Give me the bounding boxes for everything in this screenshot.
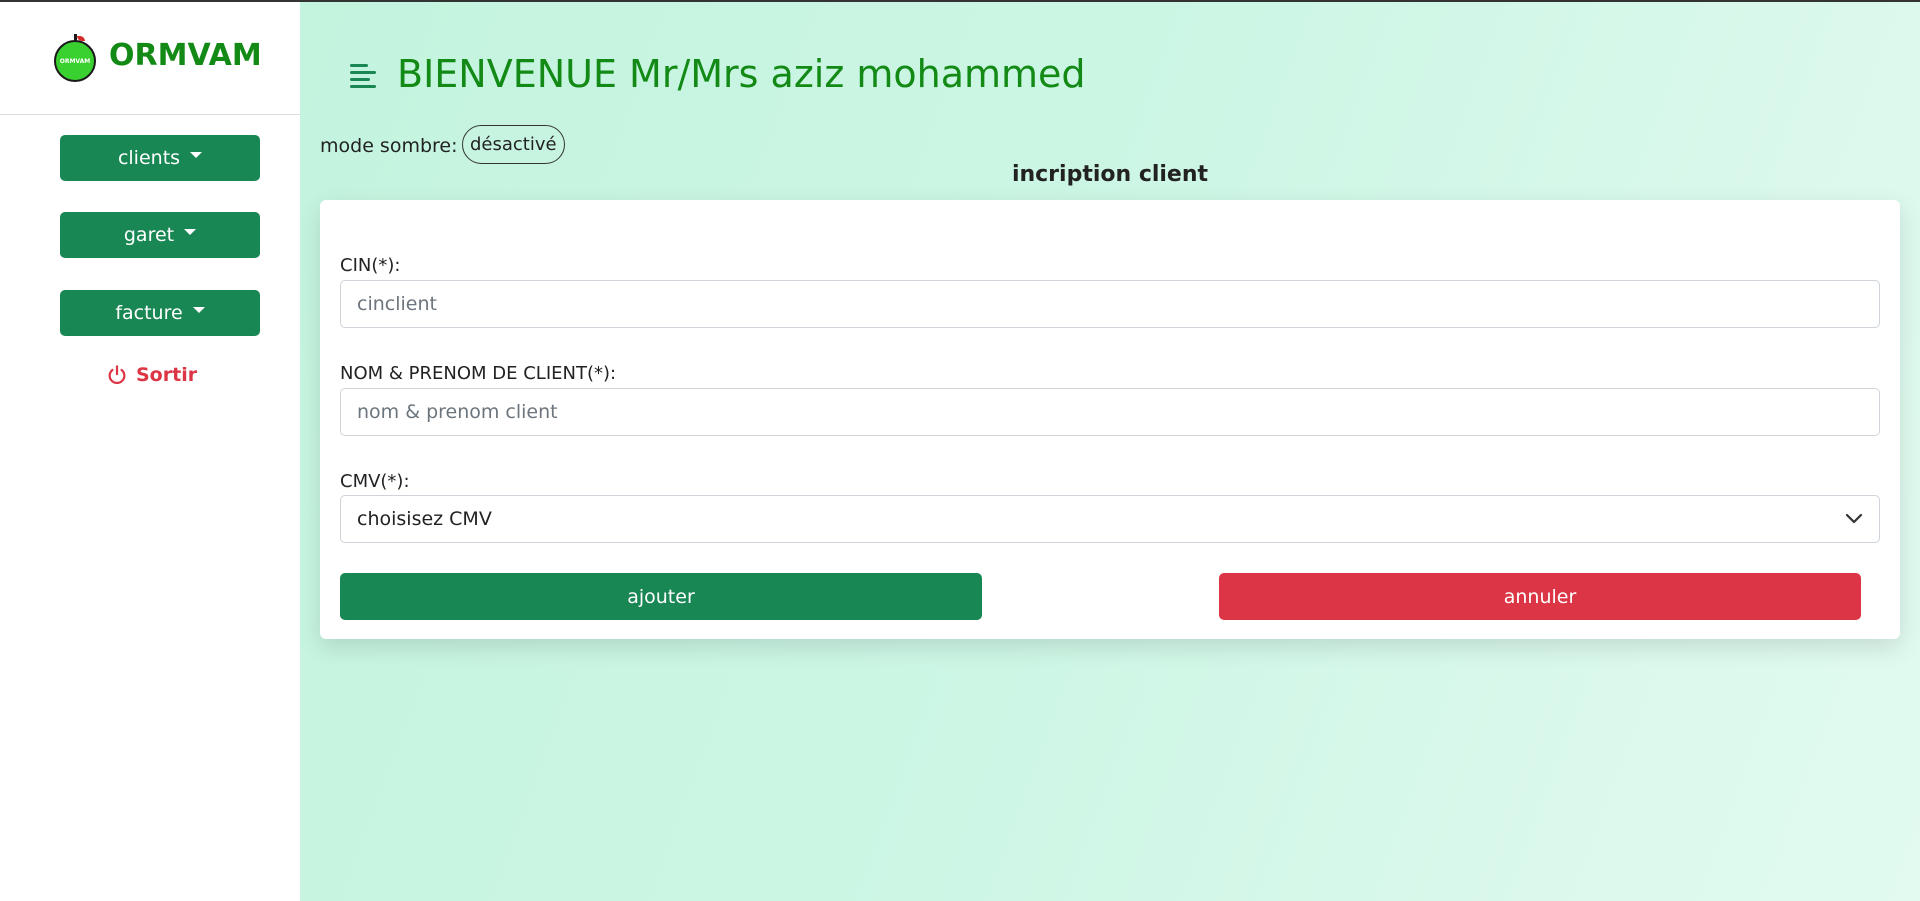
client-form-card: CIN(*): NOM & PRENOM DE CLIENT(*): CMV(*… <box>320 200 1900 639</box>
sidebar-item-clients[interactable]: clients <box>60 135 260 181</box>
dark-mode-toggle[interactable]: désactivé <box>462 125 565 164</box>
page-title: BIENVENUE Mr/Mrs aziz mohammed <box>397 52 1086 96</box>
sidebar: ORMVAM ORMVAM clients garet facture Sort… <box>0 2 300 901</box>
brand-header: ORMVAM ORMVAM <box>0 2 300 115</box>
client-name-input[interactable] <box>340 388 1880 436</box>
dark-mode-label: mode sombre: <box>320 135 458 157</box>
caret-down-icon <box>190 152 203 158</box>
caret-down-icon <box>184 229 197 235</box>
cmv-label: CMV(*): <box>340 471 410 492</box>
logo-text: ORMVAM <box>59 57 91 65</box>
brand-name: ORMVAM <box>109 38 262 73</box>
cancel-button[interactable]: annuler <box>1219 573 1861 620</box>
sidebar-item-label: clients <box>117 147 181 169</box>
sidebar-item-garet[interactable]: garet <box>60 212 260 258</box>
client-name-label: NOM & PRENOM DE CLIENT(*): <box>340 363 617 384</box>
sidebar-item-label: garet <box>123 224 175 246</box>
sidebar-item-facture[interactable]: facture <box>60 290 260 336</box>
add-button[interactable]: ajouter <box>340 573 982 620</box>
form-title: incription client <box>1011 162 1209 187</box>
menu-toggle-icon[interactable] <box>350 62 376 90</box>
sidebar-item-label: facture <box>115 302 183 324</box>
cmv-selected-value: choisisez CMV <box>357 508 492 530</box>
chevron-down-icon <box>1845 513 1863 524</box>
power-icon <box>108 365 126 385</box>
logout-label: Sortir <box>136 364 198 386</box>
brand-logo: ORMVAM <box>54 40 96 82</box>
cin-input[interactable] <box>340 280 1880 328</box>
logout-button[interactable]: Sortir <box>106 364 197 386</box>
cmv-select[interactable]: choisisez CMV <box>340 495 1880 543</box>
caret-down-icon <box>192 307 205 313</box>
cin-label: CIN(*): <box>340 255 401 276</box>
